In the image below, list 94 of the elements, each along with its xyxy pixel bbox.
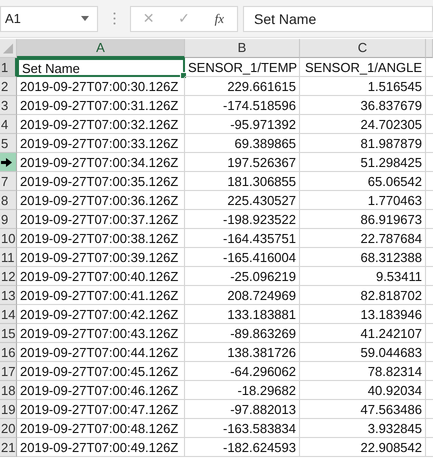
- table-cell: 2019-09-27T07:00:49.126Z: [17, 438, 185, 457]
- table-cell: 2019-09-27T07:00:37.126Z: [17, 210, 185, 229]
- row-header[interactable]: 17: [0, 362, 17, 381]
- insert-function-button[interactable]: fx: [202, 6, 237, 30]
- table-cell: 1.516545: [300, 77, 426, 96]
- formula-field[interactable]: Set Name: [243, 6, 433, 32]
- row-header[interactable]: 13: [0, 286, 17, 305]
- row-header[interactable]: 16: [0, 343, 17, 362]
- table-cell: 59.044683: [300, 343, 426, 362]
- table-cell: 208.724969: [185, 286, 300, 305]
- table-cell: 138.381726: [185, 343, 300, 362]
- table-cell: 41.242107: [300, 324, 426, 343]
- table-cell: 197.526367: [185, 153, 300, 172]
- table-cell: -64.296062: [185, 362, 300, 381]
- table-cell: -198.923522: [185, 210, 300, 229]
- table-cell: 40.92034: [300, 381, 426, 400]
- table-cell: 2019-09-27T07:00:46.126Z: [17, 381, 185, 400]
- column-header[interactable]: B: [185, 39, 300, 58]
- table-cell: 2019-09-27T07:00:31.126Z: [17, 96, 185, 115]
- row-header[interactable]: 19: [0, 400, 17, 419]
- table-cell: 181.306855: [185, 172, 300, 191]
- table-cell: 69.389865: [185, 134, 300, 153]
- table-cell: -182.624593: [185, 438, 300, 457]
- table-cell: -25.096219: [185, 267, 300, 286]
- table-cell: -174.518596: [185, 96, 300, 115]
- grip-icon: [113, 12, 116, 25]
- row-header[interactable]: 18: [0, 381, 17, 400]
- row-header[interactable]: 2: [0, 77, 17, 96]
- column-header[interactable]: C: [300, 39, 426, 58]
- table-cell: 2019-09-27T07:00:48.126Z: [17, 419, 185, 438]
- row-header[interactable]: 14: [0, 305, 17, 324]
- row-header[interactable]: 20: [0, 419, 17, 438]
- row-header[interactable]: 1: [0, 58, 17, 77]
- table-cell: 24.702305: [300, 115, 426, 134]
- table-cell: 22.787684: [300, 229, 426, 248]
- table-cell: 22.908542: [300, 438, 426, 457]
- table-cell: 82.818702: [300, 286, 426, 305]
- table-cell: 2019-09-27T07:00:35.126Z: [17, 172, 185, 191]
- table-cell: -89.863269: [185, 324, 300, 343]
- table-cell: 2019-09-27T07:00:40.126Z: [17, 267, 185, 286]
- row-header[interactable]: 5: [0, 134, 17, 153]
- row-header[interactable]: 4: [0, 115, 17, 134]
- table-cell: 81.987879: [300, 134, 426, 153]
- table-cell: 51.298425: [300, 153, 426, 172]
- triangle-icon: [3, 43, 13, 54]
- table-cell: 13.183946: [300, 305, 426, 324]
- table-cell: 2019-09-27T07:00:34.126Z: [17, 153, 185, 172]
- name-box[interactable]: A1: [0, 6, 98, 32]
- table-cell: 225.430527: [185, 191, 300, 210]
- row-header[interactable]: 9: [0, 210, 17, 229]
- table-cell: -163.583834: [185, 419, 300, 438]
- table-cell: 47.563486: [300, 400, 426, 419]
- table-cell: 86.919673: [300, 210, 426, 229]
- row-header[interactable]: 11: [0, 248, 17, 267]
- column-header[interactable]: A: [17, 39, 185, 58]
- table-cell: 133.183881: [185, 305, 300, 324]
- row-header[interactable]: 7: [0, 172, 17, 191]
- table-cell: 68.312388: [300, 248, 426, 267]
- row-header[interactable]: [0, 153, 17, 172]
- row-header[interactable]: 10: [0, 229, 17, 248]
- table-cell: -164.435751: [185, 229, 300, 248]
- table-cell: 2019-09-27T07:00:39.126Z: [17, 248, 185, 267]
- table-cell: 2019-09-27T07:00:42.126Z: [17, 305, 185, 324]
- row-header[interactable]: 21: [0, 438, 17, 457]
- table-cell: SENSOR_1/ANGLE: [300, 58, 426, 77]
- table-cell: -165.416004: [185, 248, 300, 267]
- row-header[interactable]: 12: [0, 267, 17, 286]
- table-cell: 2019-09-27T07:00:41.126Z: [17, 286, 185, 305]
- row-header[interactable]: 15: [0, 324, 17, 343]
- row-header[interactable]: 8: [0, 191, 17, 210]
- dropdown-caret-icon: [81, 16, 89, 21]
- table-cell: 9.53411: [300, 267, 426, 286]
- table-cell: 2019-09-27T07:00:38.126Z: [17, 229, 185, 248]
- table-cell: 1.770463: [300, 191, 426, 210]
- table-cell: 2019-09-27T07:00:47.126Z: [17, 400, 185, 419]
- table-cell: 2019-09-27T07:00:33.126Z: [17, 134, 185, 153]
- table-cell: 65.06542: [300, 172, 426, 191]
- table-cell: 2019-09-27T07:00:45.126Z: [17, 362, 185, 381]
- table-cell: 78.82314: [300, 362, 426, 381]
- table-cell: 36.837679: [300, 96, 426, 115]
- table-cell: 2019-09-27T07:00:44.126Z: [17, 343, 185, 362]
- table-cell: SENSOR_1/TEMP: [185, 58, 300, 77]
- table-cell: -18.29682: [185, 381, 300, 400]
- table-cell: 3.932845: [300, 419, 426, 438]
- table-cell: 2019-09-27T07:00:32.126Z: [17, 115, 185, 134]
- arrow-cursor-icon: [1, 158, 12, 166]
- table-cell: 2019-09-27T07:00:30.126Z: [17, 77, 185, 96]
- table-cell: 229.661615: [185, 77, 300, 96]
- table-cell: Set Name: [17, 58, 185, 77]
- table-cell: 2019-09-27T07:00:43.126Z: [17, 324, 185, 343]
- table-cell: 2019-09-27T07:00:36.126Z: [17, 191, 185, 210]
- table-cell: -97.882013: [185, 400, 300, 419]
- row-header[interactable]: 3: [0, 96, 17, 115]
- table-cell: -95.971392: [185, 115, 300, 134]
